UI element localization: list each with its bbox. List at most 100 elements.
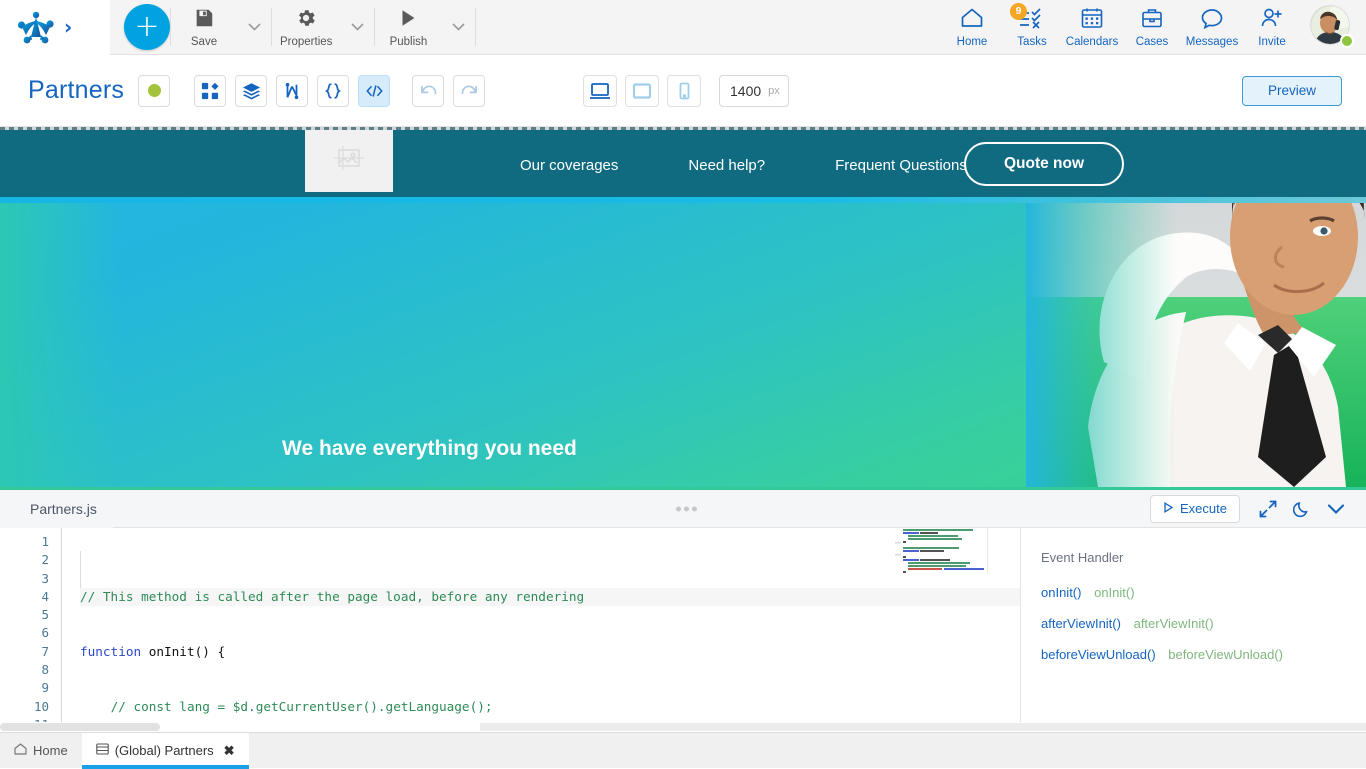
avatar[interactable] <box>1310 5 1354 49</box>
top-toolbar: › + Save Properties <box>0 0 1366 55</box>
canvas-width-input[interactable]: 1400 px <box>719 75 789 107</box>
tool-flows[interactable] <box>276 75 308 107</box>
calendar-icon <box>1081 7 1103 34</box>
bottom-tab-home[interactable]: Home <box>0 733 82 768</box>
bottom-tab-label: Home <box>33 743 68 758</box>
drag-handle-dots[interactable] <box>676 506 697 511</box>
nav-messages-label: Messages <box>1186 36 1238 48</box>
execute-label: Execute <box>1180 501 1227 516</box>
properties-dropdown-caret[interactable] <box>340 0 374 55</box>
event-handler-panel: Event Handler onInit() onInit() afterVie… <box>1021 528 1366 732</box>
code-token: onInit() { <box>149 644 225 659</box>
line-number-gutter: 1 2 3 4 5 6 7 8 9 10 11 <box>0 528 62 732</box>
editor-header: Partners.js Execute <box>0 490 1366 528</box>
tool-code[interactable] <box>358 75 390 107</box>
bottom-tab-label: (Global) Partners <box>115 743 214 758</box>
close-icon[interactable]: ✖ <box>224 743 235 759</box>
line-number: 3 <box>0 570 61 588</box>
line-number: 6 <box>0 624 61 642</box>
publish-button[interactable]: Publish <box>375 0 441 55</box>
canvas-width-unit: px <box>768 85 780 97</box>
nav-cases[interactable]: Cases <box>1122 0 1182 55</box>
line-number: 7 <box>0 643 61 661</box>
event-handler-name: onInit() <box>1094 585 1134 600</box>
event-handler-title: Event Handler <box>1041 550 1366 565</box>
indent-guide <box>80 551 81 588</box>
chevron-right-icon[interactable]: › <box>64 17 72 37</box>
status-badge[interactable] <box>138 75 170 107</box>
quote-now-button[interactable]: Quote now <box>964 142 1124 186</box>
device-selector: 1400 px <box>583 75 789 107</box>
save-dropdown-caret[interactable] <box>237 0 271 55</box>
tool-components[interactable] <box>194 75 226 107</box>
save-icon <box>193 7 215 34</box>
event-handler-name: beforeViewUnload() <box>1168 647 1283 662</box>
scrollbar-thumb[interactable] <box>0 723 160 731</box>
event-row-afterviewinit[interactable]: afterViewInit() afterViewInit() <box>1041 616 1366 631</box>
chevron-down-icon[interactable] <box>1320 493 1352 525</box>
site-navbar[interactable]: Our coverages Need help? Frequent Questi… <box>0 127 1366 197</box>
nav-messages[interactable]: Messages <box>1182 0 1242 55</box>
nav-tasks[interactable]: 9 Tasks <box>1002 0 1062 55</box>
line-number: 9 <box>0 679 61 697</box>
site-nav-link-1[interactable]: Need help? <box>688 157 765 174</box>
preview-button[interactable]: Preview <box>1242 76 1342 106</box>
add-button[interactable]: + <box>124 4 170 50</box>
event-row-beforeviewunload[interactable]: beforeViewUnload() beforeViewUnload() <box>1041 647 1366 662</box>
line-number: 2 <box>0 551 61 569</box>
line-number: 8 <box>0 661 61 679</box>
execute-button[interactable]: Execute <box>1150 495 1240 523</box>
presence-indicator <box>1340 34 1354 48</box>
publish-dropdown-caret[interactable] <box>441 0 475 55</box>
nav-home[interactable]: Home <box>942 0 1002 55</box>
line-number: 1 <box>0 533 61 551</box>
save-label: Save <box>191 36 217 48</box>
nav-home-label: Home <box>957 36 988 48</box>
scrollbar-track <box>480 723 1366 731</box>
editor-file-tab[interactable]: Partners.js <box>0 490 113 528</box>
undo-button[interactable] <box>412 75 444 107</box>
invite-user-icon <box>1260 7 1284 34</box>
nav-invite-label: Invite <box>1258 36 1286 48</box>
editor-horizontal-scrollbar[interactable] <box>0 722 1366 732</box>
redo-button[interactable] <box>453 75 485 107</box>
site-nav-links: Our coverages Need help? Frequent Questi… <box>520 130 1037 200</box>
website-canvas[interactable]: Our coverages Need help? Frequent Questi… <box>0 127 1366 487</box>
event-name: afterViewInit() <box>1041 616 1121 631</box>
save-button[interactable]: Save <box>171 0 237 55</box>
nav-calendars-label: Calendars <box>1066 36 1118 48</box>
expand-icon[interactable] <box>1252 493 1284 525</box>
hero-subtitle[interactable]: We have everything you need <box>282 437 577 461</box>
tasks-badge: 9 <box>1010 3 1027 20</box>
event-row-oninit[interactable]: onInit() onInit() <box>1041 585 1366 600</box>
play-icon <box>397 7 419 34</box>
event-name: onInit() <box>1041 585 1081 600</box>
tool-variables[interactable] <box>317 75 349 107</box>
tablet-icon[interactable] <box>625 75 659 107</box>
site-nav-link-2[interactable]: Frequent Questions <box>835 157 967 174</box>
properties-button[interactable]: Properties <box>272 0 340 55</box>
code-editor-panel: Partners.js Execute <box>0 487 1366 732</box>
desktop-icon[interactable] <box>583 75 617 107</box>
nav-calendars[interactable]: Calendars <box>1062 0 1122 55</box>
bottom-tab-global-partners[interactable]: (Global) Partners ✖ <box>82 733 249 768</box>
molecule-logo-icon[interactable] <box>14 7 58 47</box>
line-number: 4 <box>0 588 61 606</box>
line-number: 10 <box>0 698 61 716</box>
site-logo-placeholder[interactable] <box>305 130 393 192</box>
editor-header-actions: Execute <box>1150 493 1366 525</box>
logo-zone: › <box>0 0 110 55</box>
site-nav-link-0[interactable]: Our coverages <box>520 157 618 174</box>
page-title: Partners <box>28 76 124 105</box>
code-minimap[interactable] <box>895 528 1010 573</box>
nav-invite[interactable]: Invite <box>1242 0 1302 55</box>
mobile-icon[interactable] <box>667 75 701 107</box>
bottom-tab-bar: Home (Global) Partners ✖ <box>0 732 1366 768</box>
moon-icon[interactable] <box>1286 493 1318 525</box>
code-token: // This method is called after the page … <box>80 589 584 604</box>
code-token: // const lang = $d.getCurrentUser().getL… <box>111 699 493 714</box>
event-handler-name: afterViewInit() <box>1134 616 1214 631</box>
status-dot <box>148 84 161 97</box>
tool-layers[interactable] <box>235 75 267 107</box>
project-toolbar: Partners <box>0 55 1366 127</box>
